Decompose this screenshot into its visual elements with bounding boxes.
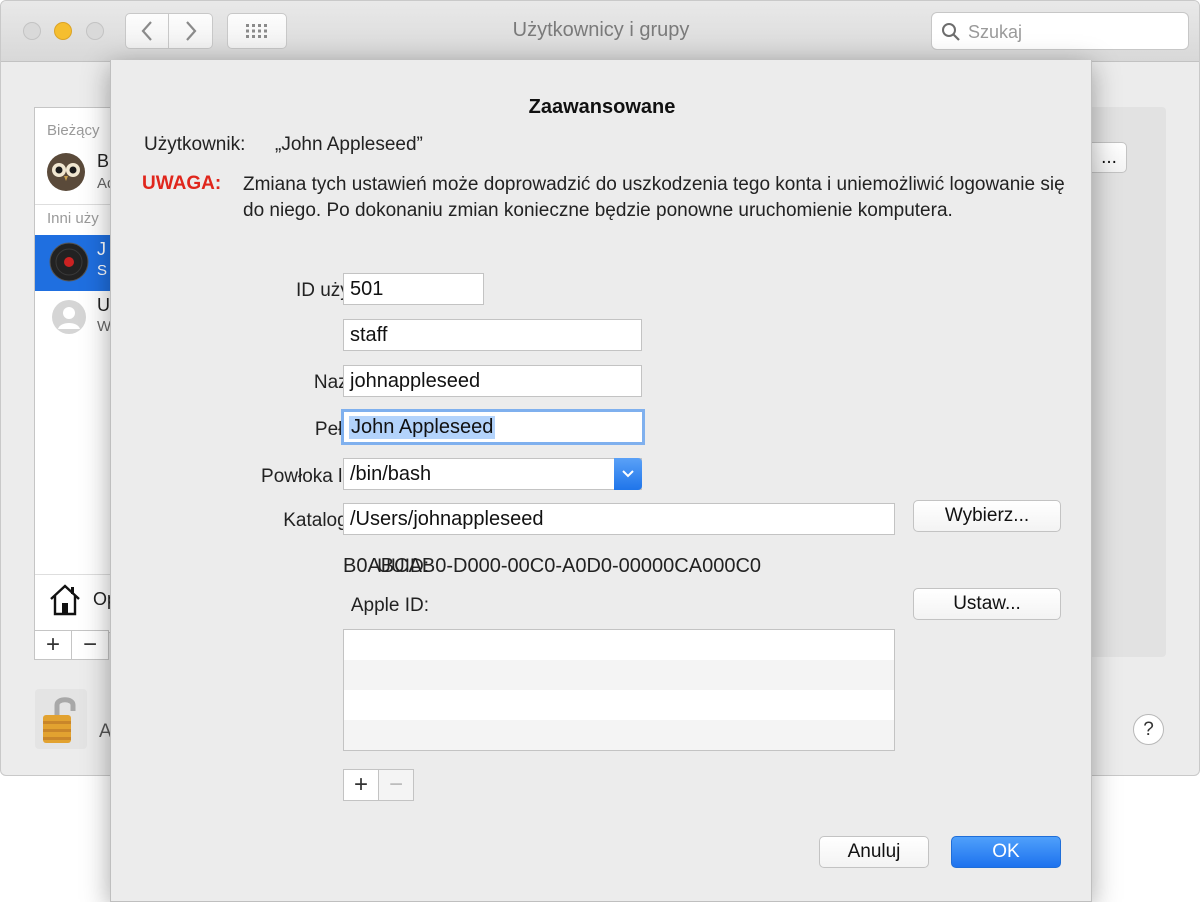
remove-user-button[interactable]: −: [71, 630, 109, 660]
other-users-header: Inni uży: [47, 210, 99, 227]
user-name: U: [97, 295, 110, 315]
advanced-options-sheet: Zaawansowane Użytkownik: „John Appleseed…: [110, 60, 1092, 902]
minimize-window-button[interactable]: [54, 22, 72, 40]
chevron-right-icon: [185, 21, 196, 41]
zoom-window-button[interactable]: [86, 22, 104, 40]
chevron-left-icon: [141, 21, 152, 41]
choose-home-button[interactable]: Wybierz...: [913, 500, 1061, 532]
help-button[interactable]: ?: [1133, 714, 1164, 745]
account-name-value: johnappleseed: [350, 369, 481, 392]
cancel-button[interactable]: Anuluj: [819, 836, 929, 868]
user-id-value: 501: [350, 277, 384, 300]
user-value: „John Appleseed”: [275, 134, 423, 155]
current-user-name: B: [97, 151, 110, 171]
user-label: Użytkownik:: [144, 134, 246, 155]
details-panel-edge: [1089, 107, 1166, 657]
person-icon: [52, 300, 86, 334]
title-bar: Użytkownicy i grupy: [1, 1, 1199, 62]
background-button-label: ...: [1101, 146, 1117, 168]
chevron-down-icon: [622, 470, 634, 478]
window-title: Użytkownicy i grupy: [512, 19, 690, 41]
login-shell-value: /bin/bash: [350, 462, 432, 485]
close-window-button[interactable]: [23, 22, 41, 40]
alias-plus-minus: + −: [343, 769, 415, 801]
list-row: [344, 720, 894, 750]
ok-button[interactable]: OK: [951, 836, 1061, 868]
lock-open-icon[interactable]: [35, 689, 87, 749]
sheet-title: Zaawansowane: [528, 96, 676, 118]
login-shell-dropdown-button[interactable]: [614, 458, 642, 490]
search-icon: [942, 23, 960, 41]
forward-button[interactable]: [169, 13, 213, 49]
selected-user-role: S: [97, 262, 108, 279]
vinyl-avatar: [49, 242, 89, 282]
house-icon: [50, 584, 80, 616]
add-user-button[interactable]: +: [34, 630, 72, 660]
apple-id-label: Apple ID:: [350, 595, 429, 616]
back-button[interactable]: [125, 13, 169, 49]
help-icon: ?: [1143, 718, 1154, 740]
current-user-header: Bieżący: [47, 122, 100, 139]
list-row: [344, 660, 894, 690]
owl-avatar: [47, 153, 85, 191]
grid-icon: [246, 24, 267, 38]
show-all-button[interactable]: [227, 13, 287, 49]
remove-alias-button[interactable]: −: [378, 769, 414, 801]
search-field[interactable]: [931, 12, 1189, 50]
warning-label: UWAGA:: [142, 173, 222, 194]
selected-user-name: J: [97, 239, 106, 259]
full-name-value: John Appleseed: [349, 415, 496, 439]
list-row: [344, 630, 894, 660]
group-value: staff: [350, 323, 388, 346]
home-dir-field[interactable]: /Users/johnappleseed: [343, 503, 895, 535]
group-field[interactable]: staff: [343, 319, 642, 351]
warning-text: Zmiana tych ustawień może doprowadzić do…: [243, 174, 1065, 221]
list-row: [344, 690, 894, 720]
aliases-list[interactable]: [343, 629, 895, 751]
user-id-field[interactable]: 501: [343, 273, 484, 305]
search-input[interactable]: [966, 17, 1180, 47]
add-alias-button[interactable]: +: [343, 769, 379, 801]
home-dir-value: /Users/johnappleseed: [350, 507, 544, 530]
full-name-field[interactable]: John Appleseed: [341, 409, 645, 445]
uuid-value: B0ABCAB0-D000-00C0-A0D0-00000CA000C0: [343, 555, 762, 577]
login-shell-select[interactable]: /bin/bash: [343, 458, 642, 490]
account-name-field[interactable]: johnappleseed: [343, 365, 642, 397]
set-apple-id-button[interactable]: Ustaw...: [913, 588, 1061, 620]
